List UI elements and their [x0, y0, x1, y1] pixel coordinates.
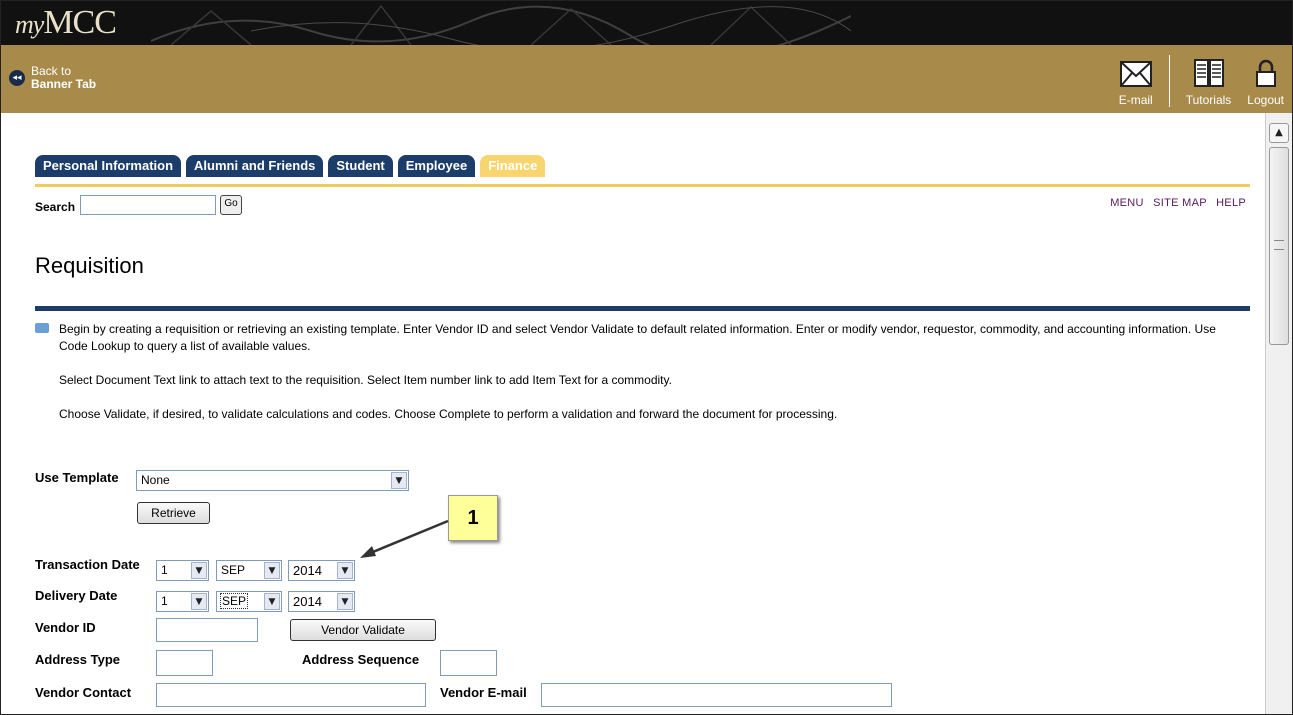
- envelope-icon: [1119, 61, 1152, 87]
- search-input[interactable]: [80, 195, 217, 215]
- mymcc-logo: myMCC: [15, 1, 117, 45]
- transaction-month-select[interactable]: SEP ▼: [216, 560, 282, 581]
- tab-finance[interactable]: Finance: [480, 155, 546, 177]
- email-tool[interactable]: E-mail: [1111, 51, 1161, 107]
- vendor-contact-input[interactable]: [156, 683, 426, 707]
- page-title: Requisition: [35, 253, 144, 278]
- title-rule: [35, 306, 1250, 311]
- vendor-id-label: Vendor ID: [35, 620, 96, 635]
- lock-icon: [1255, 59, 1276, 87]
- logo-mcc: MCC: [43, 4, 117, 41]
- delivery-day-value: 1: [161, 594, 168, 608]
- info-paragraph-1: Begin by creating a requisition or retri…: [59, 322, 1216, 353]
- transaction-year-select[interactable]: 2014 ▼: [288, 560, 355, 581]
- info-icon: [35, 323, 49, 333]
- transaction-month-value: SEP: [221, 563, 246, 577]
- transaction-date-label: Transaction Date: [35, 557, 140, 572]
- delivery-year-select[interactable]: 2014 ▼: [288, 591, 355, 612]
- logout-label: Logout: [1247, 93, 1284, 107]
- chevron-down-icon: ▼: [391, 472, 407, 489]
- tab-bar: Personal Information Alumni and Friends …: [35, 155, 550, 177]
- help-link[interactable]: HELP: [1216, 197, 1246, 209]
- delivery-month-select[interactable]: SEP ▼: [216, 591, 282, 612]
- nav-bar: ◂◂ Back to Banner Tab E-mail Tutorials L…: [1, 45, 1292, 113]
- email-label: E-mail: [1118, 93, 1153, 107]
- back-arrow-icon: ◂◂: [9, 70, 25, 86]
- top-banner: myMCC: [1, 1, 1292, 45]
- search-row: Search Go: [35, 195, 243, 215]
- callout-arrow: [360, 519, 449, 558]
- scroll-up-icon[interactable]: ▲: [1269, 123, 1289, 143]
- back-to-banner-link[interactable]: ◂◂ Back to Banner Tab: [9, 65, 96, 91]
- transaction-year-value: 2014: [293, 563, 322, 578]
- chevron-down-icon: ▼: [264, 562, 280, 579]
- chevron-down-icon: ▼: [264, 593, 280, 610]
- use-template-label: Use Template: [35, 470, 119, 485]
- callout-badge: 1: [448, 495, 498, 541]
- scroll-thumb[interactable]: [1269, 147, 1289, 345]
- tab-alumni-and-friends[interactable]: Alumni and Friends: [186, 155, 324, 177]
- vertical-scrollbar[interactable]: ▲: [1265, 113, 1292, 714]
- tab-employee[interactable]: Employee: [397, 155, 476, 177]
- back-line2: Banner Tab: [31, 77, 97, 91]
- address-type-label: Address Type: [35, 652, 121, 667]
- vendor-validate-button[interactable]: Vendor Validate: [290, 619, 436, 641]
- top-links: MENU SITE MAP HELP: [1104, 197, 1246, 209]
- info-paragraph-2: Select Document Text link to attach text…: [59, 373, 672, 387]
- search-label: Search: [35, 200, 76, 214]
- use-template-select[interactable]: None ▼: [136, 470, 409, 491]
- chevron-down-icon: ▼: [337, 562, 353, 579]
- toolbar-icons: E-mail Tutorials Logout: [1111, 51, 1292, 107]
- menu-link[interactable]: MENU: [1110, 197, 1144, 209]
- chevron-down-icon: ▼: [337, 593, 353, 610]
- tab-underline: [35, 184, 1250, 187]
- delivery-date-label: Delivery Date: [35, 588, 118, 603]
- address-sequence-input[interactable]: [440, 650, 497, 676]
- chevron-down-icon: ▼: [191, 593, 207, 610]
- tutorials-label: Tutorials: [1185, 93, 1232, 107]
- book-icon: [1193, 59, 1224, 87]
- vendor-email-label: Vendor E-mail: [440, 685, 527, 700]
- site-map-link[interactable]: SITE MAP: [1153, 197, 1207, 209]
- address-sequence-label: Address Sequence: [302, 652, 420, 667]
- back-link-text: Back to Banner Tab: [31, 65, 96, 91]
- tab-personal-information[interactable]: Personal Information: [35, 155, 182, 177]
- transaction-day-value: 1: [161, 563, 168, 577]
- logout-tool[interactable]: Logout: [1239, 51, 1292, 107]
- go-button[interactable]: Go: [220, 195, 243, 215]
- grip-icon: [1274, 240, 1284, 250]
- main-content: Personal Information Alumni and Friends …: [1, 113, 1266, 714]
- info-paragraph-3: Choose Validate, if desired, to validate…: [59, 407, 838, 421]
- chevron-down-icon: ▼: [191, 562, 207, 579]
- banner-decoration: [151, 4, 851, 45]
- delivery-month-value: SEP: [219, 593, 249, 609]
- vendor-contact-label: Vendor Contact: [35, 685, 132, 700]
- vendor-email-input[interactable]: [541, 683, 892, 707]
- address-type-input[interactable]: [156, 650, 213, 676]
- retrieve-button[interactable]: Retrieve: [137, 502, 210, 524]
- info-text: Begin by creating a requisition or retri…: [35, 321, 1245, 423]
- vendor-id-input[interactable]: [156, 618, 258, 642]
- tab-student[interactable]: Student: [328, 155, 393, 177]
- toolbar-divider: [1168, 55, 1170, 107]
- transaction-day-select[interactable]: 1 ▼: [156, 560, 209, 581]
- delivery-day-select[interactable]: 1 ▼: [156, 591, 209, 612]
- tutorials-tool[interactable]: Tutorials: [1178, 51, 1240, 107]
- use-template-value: None: [141, 473, 170, 487]
- delivery-year-value: 2014: [293, 594, 322, 609]
- browser-frame: myMCC ◂◂ Back to Banner Tab E-mail Tutor…: [0, 0, 1293, 715]
- logo-my: my: [15, 10, 44, 39]
